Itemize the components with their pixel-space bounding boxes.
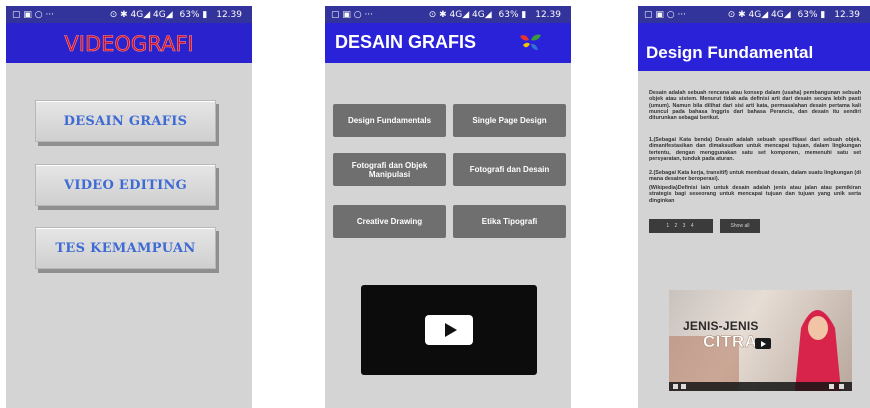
settings-control-icon[interactable]: [829, 384, 834, 389]
play-control-icon[interactable]: [673, 384, 678, 389]
etika-tipografi-button[interactable]: Etika Tipografi: [453, 205, 566, 238]
paragraph-point-1: 1.(Sebagai Kata benda) Desain adalah seb…: [649, 137, 861, 162]
video-title-line1: JENIS-JENIS: [683, 319, 759, 333]
show-all-button[interactable]: Show all: [720, 219, 760, 233]
presenter-image: [795, 310, 841, 391]
signal-icons: ⊙ ✱ 4G◢ 4G◢: [109, 9, 173, 20]
app-bar: Design Fundamental: [638, 23, 870, 71]
next-control-icon[interactable]: [681, 384, 686, 389]
menu-button-tes-kemampuan[interactable]: TES KEMAMPUAN: [35, 227, 216, 269]
status-bar: ▢ ▣ ○ ··· ⊙ ✱ 4G◢ 4G◢ 63% ▮ 12.39: [6, 6, 252, 23]
play-icon[interactable]: [425, 315, 473, 345]
paragraph-point-2: 2.(Sebagai Kata kerja, transitif) untuk …: [649, 170, 861, 183]
fotografi-desain-button[interactable]: Fotografi dan Desain: [453, 153, 566, 186]
single-page-design-button[interactable]: Single Page Design: [453, 104, 566, 137]
battery-indicator: 63% ▮: [179, 9, 208, 20]
signal-icons: ⊙ ✱ 4G◢ 4G◢: [727, 9, 791, 20]
video-player[interactable]: [361, 285, 537, 375]
app-title: VIDEOGRAFI: [64, 32, 194, 57]
app-bar: DESAIN GRAFIS: [325, 23, 571, 63]
menu-button-video-editing[interactable]: VIDEO EDITING: [35, 164, 216, 206]
battery-indicator: 63% ▮: [797, 9, 826, 20]
video-control-bar[interactable]: [669, 382, 852, 391]
screen-desain-grafis: ▢ ▣ ○ ··· ⊙ ✱ 4G◢ 4G◢ 63% ▮ 12.39 DESAIN…: [325, 6, 571, 408]
design-fundamentals-button[interactable]: Design Fundamentals: [333, 104, 446, 137]
app-title: DESAIN GRAFIS: [335, 32, 477, 52]
status-left-icons: ▢ ▣ ○ ···: [12, 9, 55, 20]
app-title: Design Fundamental: [646, 43, 814, 62]
screen-main-menu: ▢ ▣ ○ ··· ⊙ ✱ 4G◢ 4G◢ 63% ▮ 12.39 VIDEOG…: [6, 6, 252, 408]
app-bar: VIDEOGRAFI: [6, 23, 252, 63]
screen-design-fundamental: ▢ ▣ ○ ··· ⊙ ✱ 4G◢ 4G◢ 63% ▮ 12.39 Design…: [638, 6, 870, 408]
status-bar: ▢ ▣ ○ ··· ⊙ ✱ 4G◢ 4G◢ 63% ▮ 12.39: [325, 6, 571, 23]
fotografi-objek-manipulasi-button[interactable]: Fotografi dan Objek Manipulasi: [333, 153, 446, 186]
menu-button-desain-grafis[interactable]: DESAIN GRAFIS: [35, 100, 216, 142]
status-left-icons: ▢ ▣ ○ ···: [644, 9, 687, 20]
fullscreen-control-icon[interactable]: [839, 384, 844, 389]
signal-icons: ⊙ ✱ 4G◢ 4G◢: [428, 9, 492, 20]
play-icon[interactable]: [755, 338, 771, 349]
video-title-line2: CITRA: [703, 332, 758, 351]
status-left-icons: ▢ ▣ ○ ···: [331, 9, 374, 20]
page-pagination[interactable]: 1 2 3 4: [649, 219, 713, 233]
status-time: 12.39: [216, 9, 242, 20]
paragraph-wikipedia: (Wikipedia)Definisi lain untuk desain ad…: [649, 185, 861, 204]
paragraph-definition: Desain adalah sebuah rencana atau konsep…: [649, 90, 861, 122]
status-bar: ▢ ▣ ○ ··· ⊙ ✱ 4G◢ 4G◢ 63% ▮ 12.39: [638, 6, 870, 23]
battery-indicator: 63% ▮: [498, 9, 527, 20]
video-thumbnail[interactable]: JENIS-JENIS CITRA: [669, 290, 852, 391]
app-logo-icon: [520, 34, 541, 50]
creative-drawing-button[interactable]: Creative Drawing: [333, 205, 446, 238]
status-time: 12.39: [535, 9, 561, 20]
status-time: 12.39: [834, 9, 860, 20]
